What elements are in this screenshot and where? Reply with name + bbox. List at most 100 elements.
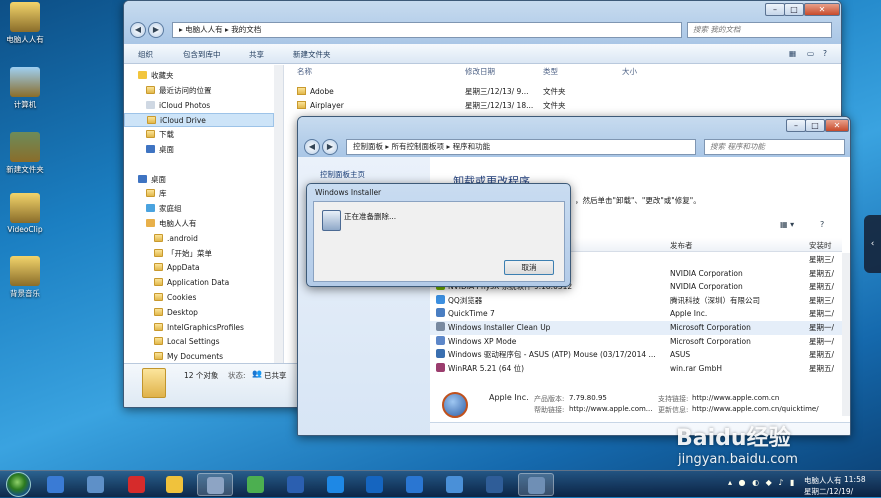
nav-item-label: 库: [159, 189, 167, 199]
program-row[interactable]: Windows 驱动程序包 - ASUS (ATP) Mouse (03/17/…: [430, 348, 844, 362]
nav-item[interactable]: 收藏夹: [124, 69, 274, 83]
taskbar-app-button[interactable]: [278, 473, 314, 496]
back-button[interactable]: ◀: [130, 22, 146, 38]
nav-item[interactable]: 电脑人人有: [124, 217, 274, 231]
program-publisher: NVIDIA Corporation: [670, 268, 743, 278]
cp-view-icon[interactable]: ▦ ▾: [780, 220, 794, 229]
new-folder-button[interactable]: 新建文件夹: [293, 49, 331, 60]
explorer-search-input[interactable]: 搜索 我的文档: [687, 22, 832, 38]
nav-item[interactable]: .android: [124, 232, 274, 246]
taskbar-app-button[interactable]: [157, 473, 193, 496]
detail-update-link[interactable]: http://www.apple.com.cn/quicktime/: [692, 405, 819, 413]
nav-item[interactable]: 「开始」菜单: [124, 247, 274, 261]
program-row[interactable]: QQ浏览器 腾讯科技（深圳）有限公司 星期三/: [430, 294, 844, 308]
taskbar-app-button[interactable]: [477, 473, 513, 496]
nav-item[interactable]: 桌面: [124, 173, 274, 187]
col-name[interactable]: 名称: [297, 65, 312, 79]
organize-button[interactable]: 组织: [138, 49, 153, 60]
col-install-date[interactable]: 安装时: [809, 240, 832, 251]
cp-address-bar[interactable]: 控制面板 ▸ 所有控制面板项 ▸ 程序和功能: [346, 139, 696, 155]
nav-item[interactable]: AppData: [124, 261, 274, 275]
nav-item[interactable]: Application Data: [124, 276, 274, 290]
share-button[interactable]: 共享: [249, 49, 264, 60]
desktop-icon[interactable]: VideoClip: [0, 193, 50, 234]
taskbar-app-button[interactable]: [437, 473, 473, 496]
breadcrumb-cp-3[interactable]: 程序和功能: [453, 142, 491, 151]
taskbar-app-button[interactable]: [357, 473, 393, 496]
cp-forward-button[interactable]: ▶: [322, 139, 338, 155]
desktop-icon[interactable]: 计算机: [0, 67, 50, 110]
side-panel-toggle[interactable]: ‹: [864, 215, 881, 273]
program-install-date: 星期五/: [809, 282, 835, 292]
app-icon: [47, 476, 64, 493]
program-publisher: win.rar GmbH: [670, 363, 723, 373]
taskbar-app-button[interactable]: [318, 473, 354, 496]
start-button[interactable]: [6, 472, 31, 497]
taskbar-app-button[interactable]: [119, 473, 155, 496]
tray-icons[interactable]: ▴ ● ◐ ◆ ♪ ▮: [728, 478, 796, 487]
nav-item[interactable]: 下载: [124, 128, 274, 142]
nav-item[interactable]: 桌面: [124, 143, 274, 157]
folder-icon: [146, 85, 155, 94]
taskbar-app-button[interactable]: [238, 473, 274, 496]
nav-item-label: 「开始」菜单: [167, 248, 212, 258]
breadcrumb-2[interactable]: 我的文档: [231, 25, 261, 34]
nav-item[interactable]: Desktop: [124, 306, 274, 320]
program-row[interactable]: Windows Installer Clean Up Microsoft Corp…: [430, 321, 844, 335]
include-in-library-button[interactable]: 包含到库中: [183, 49, 221, 60]
program-name: WinRAR 5.21 (64 位): [448, 363, 525, 373]
forward-button[interactable]: ▶: [148, 22, 164, 38]
breadcrumb-1[interactable]: 电脑人人有: [185, 25, 223, 34]
taskbar-app-button[interactable]: [78, 473, 114, 496]
minimize-button[interactable]: –: [765, 3, 785, 16]
nav-item[interactable]: iCloud Drive: [124, 113, 274, 128]
breadcrumb-cp-2[interactable]: 所有控制面板项: [392, 142, 445, 151]
folder-icon: [154, 352, 163, 361]
taskbar-app-button[interactable]: [38, 473, 74, 496]
breadcrumb-cp-1[interactable]: 控制面板: [353, 142, 383, 151]
desktop-icon[interactable]: 背景音乐: [0, 256, 50, 299]
preview-pane-icon[interactable]: ▭: [807, 49, 814, 58]
col-date[interactable]: 修改日期: [465, 65, 495, 79]
col-publisher[interactable]: 发布者: [670, 240, 693, 251]
nav-item[interactable]: Local Settings: [124, 335, 274, 349]
cp-maximize-button[interactable]: □: [805, 119, 825, 132]
program-publisher: Apple Inc.: [670, 309, 708, 319]
nav-item[interactable]: Cookies: [124, 291, 274, 305]
desktop-icon[interactable]: 电脑人人有: [0, 2, 50, 45]
cp-search-input[interactable]: 搜索 程序和功能: [704, 139, 845, 155]
cp-close-button[interactable]: ✕: [825, 119, 849, 132]
nav-item[interactable]: 最近访问的位置: [124, 84, 274, 98]
program-row[interactable]: WinRAR 5.21 (64 位) win.rar GmbH 星期五/: [430, 362, 844, 376]
program-row[interactable]: QuickTime 7 Apple Inc. 星期二/: [430, 307, 844, 321]
taskbar-app-button[interactable]: [397, 473, 433, 496]
nav-scrollbar[interactable]: [274, 65, 283, 363]
cp-home-link[interactable]: 控制面板主页: [320, 169, 365, 180]
close-button[interactable]: ✕: [804, 3, 840, 16]
taskbar-app-button[interactable]: [197, 473, 233, 496]
maximize-button[interactable]: □: [784, 3, 804, 16]
detail-help-link[interactable]: http://www.apple.com...: [569, 405, 652, 413]
program-row[interactable]: Windows XP Mode Microsoft Corporation 星期一/: [430, 335, 844, 349]
detail-version-label: 产品版本:: [534, 395, 565, 403]
explorer-address-bar[interactable]: ▸ 电脑人人有 ▸ 我的文档: [172, 22, 682, 38]
cp-help-icon[interactable]: ?: [820, 220, 824, 229]
col-size[interactable]: 大小: [622, 65, 637, 79]
dialog-cancel-button[interactable]: 取消: [504, 260, 554, 275]
taskbar-app-button[interactable]: [518, 473, 554, 496]
col-type[interactable]: 类型: [543, 65, 558, 79]
cp-minimize-button[interactable]: –: [786, 119, 806, 132]
cp-back-button[interactable]: ◀: [304, 139, 320, 155]
tray-date[interactable]: 星期二/12/19/: [804, 486, 853, 497]
desktop-icon[interactable]: 新建文件夹: [0, 132, 50, 175]
installer-icon: [322, 210, 341, 231]
nav-item[interactable]: iCloud Photos: [124, 99, 274, 113]
help-icon[interactable]: ?: [823, 49, 827, 58]
nav-item[interactable]: 库: [124, 187, 274, 201]
view-icon[interactable]: ▦: [789, 49, 796, 58]
detail-publisher: Apple Inc.: [489, 393, 529, 402]
nav-item[interactable]: 家庭组: [124, 202, 274, 216]
tray-time[interactable]: 11:58: [844, 475, 866, 484]
detail-support-link[interactable]: http://www.apple.com.cn: [692, 394, 779, 402]
nav-item[interactable]: IntelGraphicsProfiles: [124, 321, 274, 335]
